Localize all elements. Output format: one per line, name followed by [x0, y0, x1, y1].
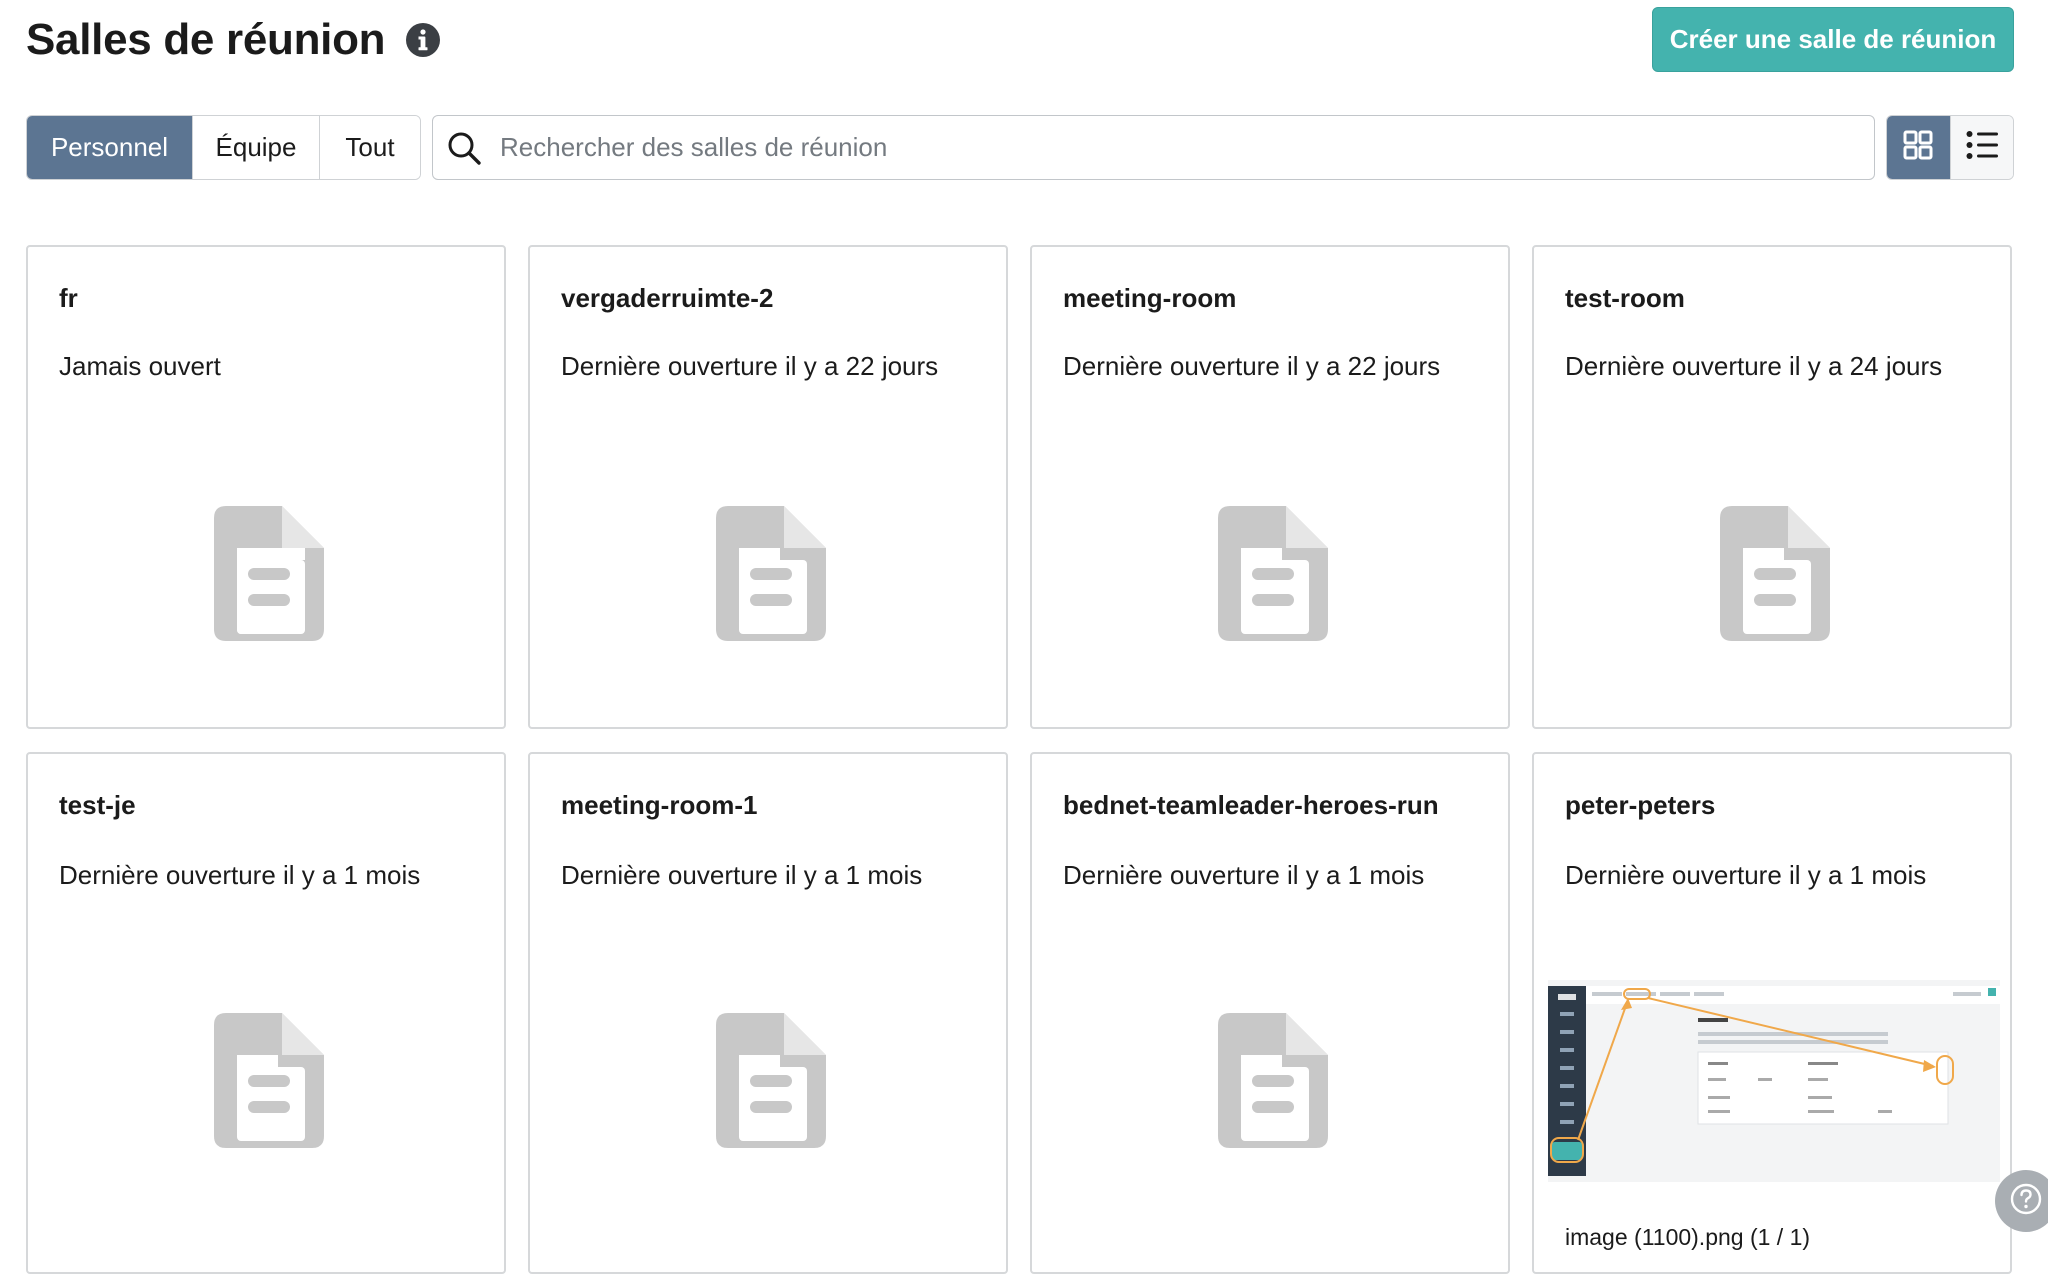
room-name: bednet-teamleader-heroes-run	[1063, 790, 1439, 820]
document-icon	[214, 506, 324, 641]
room-last-opened: Dernière ouverture il y a 1 mois	[561, 860, 923, 890]
info-icon[interactable]	[405, 22, 441, 58]
meeting-room-grid: fr Jamais ouvert vergaderruimte-2 Derniè…	[26, 245, 2014, 1274]
room-card[interactable]: vergaderruimte-2 Dernière ouverture il y…	[528, 245, 1008, 729]
room-name: peter-peters	[1565, 790, 1716, 820]
document-icon	[214, 1013, 324, 1148]
room-name: meeting-room-1	[561, 790, 758, 820]
room-card[interactable]: peter-peters Dernière ouverture il y a 1…	[1532, 752, 2012, 1274]
room-last-opened: Dernière ouverture il y a 1 mois	[1565, 860, 1927, 890]
room-name: vergaderruimte-2	[561, 283, 774, 313]
grid-view-icon	[1903, 130, 1933, 165]
room-name: meeting-room	[1063, 283, 1237, 313]
room-last-opened: Dernière ouverture il y a 22 jours	[561, 351, 939, 381]
room-card[interactable]: fr Jamais ouvert	[26, 245, 506, 729]
search-input[interactable]	[500, 116, 1874, 179]
room-card[interactable]: meeting-room-1 Dernière ouverture il y a…	[528, 752, 1008, 1274]
search-box	[432, 115, 1875, 180]
room-last-opened: Dernière ouverture il y a 1 mois	[59, 860, 421, 890]
document-icon	[716, 1013, 826, 1148]
view-toggle	[1886, 115, 2014, 180]
meeting-rooms-page: Salles de réunion Créer une salle de réu…	[0, 0, 2048, 1274]
document-icon	[1218, 1013, 1328, 1148]
room-card[interactable]: test-room Dernière ouverture il y a 24 j…	[1532, 245, 2012, 729]
room-name: test-je	[59, 790, 136, 820]
page-header: Salles de réunion	[26, 10, 441, 70]
room-card[interactable]: bednet-teamleader-heroes-run Dernière ou…	[1030, 752, 1510, 1274]
document-icon	[1720, 506, 1830, 641]
list-view-button[interactable]	[1949, 116, 2013, 179]
room-last-opened: Dernière ouverture il y a 1 mois	[1063, 860, 1425, 890]
image-preview	[1548, 980, 2000, 1182]
tab-personnel[interactable]: Personnel	[27, 116, 193, 179]
document-icon	[716, 506, 826, 641]
tab-equipe[interactable]: Équipe	[193, 116, 320, 179]
room-name: test-room	[1565, 283, 1685, 313]
document-icon	[1218, 506, 1328, 641]
room-name: fr	[59, 283, 78, 313]
search-icon	[446, 130, 482, 166]
create-meeting-room-button[interactable]: Créer une salle de réunion	[1652, 7, 2014, 72]
room-last-opened: Jamais ouvert	[59, 351, 221, 381]
room-last-opened: Dernière ouverture il y a 24 jours	[1565, 351, 1943, 381]
room-card[interactable]: test-je Dernière ouverture il y a 1 mois	[26, 752, 506, 1274]
room-card[interactable]: meeting-room Dernière ouverture il y a 2…	[1030, 245, 1510, 729]
preview-caption: image (1100).png (1 / 1)	[1565, 1224, 1811, 1250]
help-circle-icon	[2009, 1182, 2043, 1221]
list-view-icon	[1966, 130, 1998, 165]
help-button[interactable]	[1995, 1170, 2048, 1232]
page-title: Salles de réunion	[26, 15, 386, 64]
room-last-opened: Dernière ouverture il y a 22 jours	[1063, 351, 1441, 381]
tab-tout[interactable]: Tout	[320, 116, 420, 179]
scope-filter-tabs: Personnel Équipe Tout	[26, 115, 421, 180]
grid-view-button[interactable]	[1887, 116, 1950, 179]
